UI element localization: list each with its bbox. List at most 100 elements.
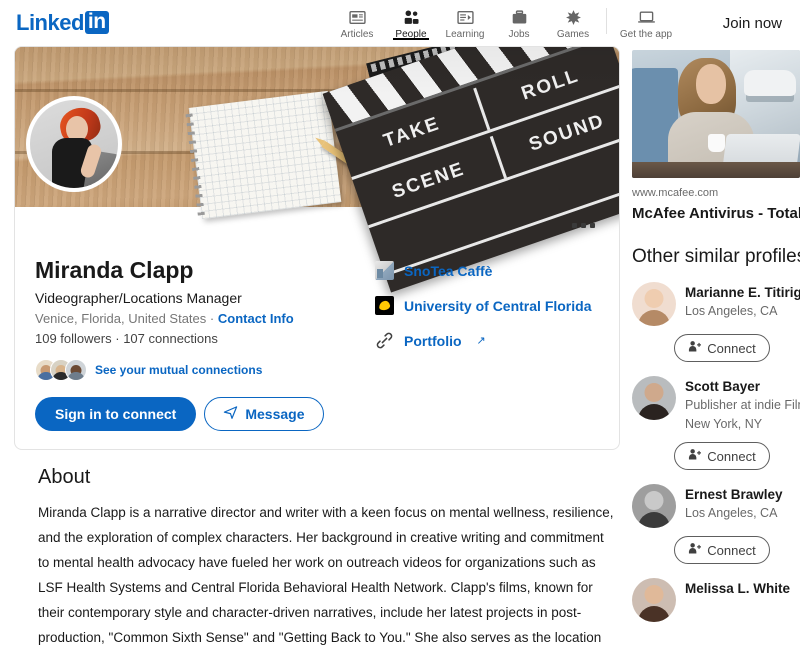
connect-button[interactable]: Connect — [674, 536, 770, 564]
nav-item-jobs[interactable]: Jobs — [492, 0, 546, 46]
list-item: Melissa L. White — [632, 578, 800, 622]
profile-location: Venice, Florida, United States — [35, 311, 207, 326]
profile-name: Miranda Clapp — [35, 257, 194, 283]
list-item: Marianne E. Titiriga Los Angeles, CA Con… — [632, 282, 800, 362]
ad-url: www.mcafee.com — [632, 187, 719, 199]
send-icon — [223, 405, 238, 423]
similar-profile-info: Scott Bayer Publisher at indie Film Re N… — [685, 376, 800, 434]
nav-divider — [606, 8, 607, 34]
more-actions-button[interactable] — [566, 217, 601, 234]
list-item: Ernest Brawley Los Angeles, CA Connect — [632, 484, 800, 564]
nav-label-jobs: Jobs — [508, 28, 530, 40]
nav-label-get-the-app: Get the app — [619, 28, 673, 40]
similar-profile-row[interactable]: Marianne E. Titiriga Los Angeles, CA — [632, 282, 800, 326]
message-button[interactable]: Message — [204, 397, 324, 431]
profile-identity: Miranda Clapp Videographer/Locations Man… — [35, 255, 375, 431]
similar-profile-row[interactable]: Ernest Brawley Los Angeles, CA — [632, 484, 800, 528]
nav-label-articles: Articles — [340, 28, 374, 40]
person-add-icon — [688, 340, 702, 356]
sidebar: www.mcafee.com McAfee Antivirus - Total … — [632, 46, 800, 649]
profile-avatar[interactable] — [26, 96, 122, 192]
page-content: TAKE ROLL SCENE SOUND — [0, 46, 800, 649]
sign-in-to-connect-button[interactable]: Sign in to connect — [35, 397, 197, 431]
connect-button[interactable]: Connect — [674, 334, 770, 362]
followers-count: 109 followers — [35, 331, 112, 346]
ad-car — [744, 70, 796, 96]
similar-profile-location: Los Angeles, CA — [685, 506, 778, 520]
connect-label: Connect — [707, 542, 756, 558]
affiliation-school[interactable]: University of Central Florida — [375, 296, 591, 315]
person-add-icon — [688, 542, 702, 558]
similar-profile-name: Ernest Brawley — [685, 487, 783, 502]
ad-person-face — [696, 64, 726, 104]
avatar — [632, 282, 676, 326]
affiliation-company[interactable]: SnoTea Caffè — [375, 261, 591, 280]
nav-item-people[interactable]: People — [384, 0, 438, 46]
similar-profile-info: Marianne E. Titiriga Los Angeles, CA — [685, 282, 800, 326]
similar-profile-headline: Publisher at indie Film Re — [685, 398, 800, 412]
articles-icon — [348, 9, 366, 27]
advertisement-card[interactable]: www.mcafee.com McAfee Antivirus - Total … — [632, 46, 800, 224]
school-logo-icon — [375, 296, 394, 315]
profile-location-row: Venice, Florida, United States · Contact… — [35, 309, 375, 329]
company-logo-icon — [375, 261, 394, 280]
dot — [581, 223, 586, 228]
stats-separator: · — [115, 331, 120, 346]
ad-image — [632, 50, 800, 178]
avatar — [632, 578, 676, 622]
linkedin-logo[interactable]: Linked in — [16, 10, 109, 36]
avatar — [632, 484, 676, 528]
profile-details: Miranda Clapp Videographer/Locations Man… — [35, 207, 599, 431]
connect-button[interactable]: Connect — [674, 442, 770, 470]
connect-label: Connect — [707, 340, 756, 356]
person-add-icon — [688, 448, 702, 464]
nav-item-learning[interactable]: Learning — [438, 0, 492, 46]
profile-stats: 109 followers · 107 connections — [35, 329, 375, 349]
dot — [590, 223, 595, 228]
ad-table — [632, 162, 800, 178]
nav-label-people: People — [395, 28, 427, 40]
people-icon — [403, 9, 420, 27]
join-now-button[interactable]: Join now — [723, 0, 782, 46]
about-section: About Miranda Clapp is a narrative direc… — [14, 464, 620, 649]
similar-profile-row[interactable]: Scott Bayer Publisher at indie Film Re N… — [632, 376, 800, 434]
profile-headline: Videographer/Locations Manager — [35, 290, 242, 306]
avatar — [632, 376, 676, 420]
similar-profile-info: Ernest Brawley Los Angeles, CA — [685, 484, 783, 528]
similar-profile-info: Melissa L. White — [685, 578, 790, 622]
meta-separator: · — [209, 311, 215, 326]
contact-info-link[interactable]: Contact Info — [218, 311, 294, 326]
mutual-connections-link[interactable]: See your mutual connections — [95, 363, 262, 377]
profile-affiliations: SnoTea Caffè University of Central Flori… — [375, 255, 591, 431]
similar-profile-row[interactable]: Melissa L. White — [632, 578, 800, 622]
nav-label-games: Games — [556, 28, 590, 40]
ad-title[interactable]: McAfee Antivirus - Total Antivirus Prote… — [632, 203, 800, 224]
affiliation-company-label: SnoTea Caffè — [404, 262, 493, 279]
message-label: Message — [245, 406, 305, 422]
about-heading: About — [38, 466, 91, 488]
main-column: TAKE ROLL SCENE SOUND — [14, 46, 620, 649]
similar-profile-location: New York, NY — [685, 417, 763, 431]
logo-badge: in — [84, 11, 109, 34]
nav-item-games[interactable]: Games — [546, 0, 600, 46]
about-text: Miranda Clapp is a narrative director an… — [38, 505, 614, 645]
nav-items: Articles People Learning Jobs Games Get … — [330, 0, 679, 46]
connect-label: Connect — [707, 448, 756, 464]
nav-item-articles[interactable]: Articles — [330, 0, 384, 46]
top-navigation-bar: Linkedin Articles People Learning Jobs — [0, 0, 800, 46]
connections-count: 107 connections — [123, 331, 218, 346]
mutual-avatars — [35, 359, 87, 381]
list-item: Scott Bayer Publisher at indie Film Re N… — [632, 376, 800, 470]
external-link-icon: ↗ — [476, 335, 486, 347]
affiliation-portfolio[interactable]: Portfolio ↗ — [375, 331, 591, 350]
dot — [572, 223, 577, 228]
nav-item-get-the-app[interactable]: Get the app — [613, 0, 679, 46]
similar-profiles-heading: Other similar profiles — [632, 246, 800, 267]
nav-label-learning: Learning — [445, 28, 485, 40]
mutual-connections-row[interactable]: See your mutual connections — [35, 359, 375, 381]
avatar — [65, 359, 87, 381]
link-icon — [375, 331, 394, 350]
learning-icon — [456, 9, 474, 27]
similar-profile-location: Los Angeles, CA — [685, 304, 778, 318]
games-icon — [565, 9, 582, 27]
